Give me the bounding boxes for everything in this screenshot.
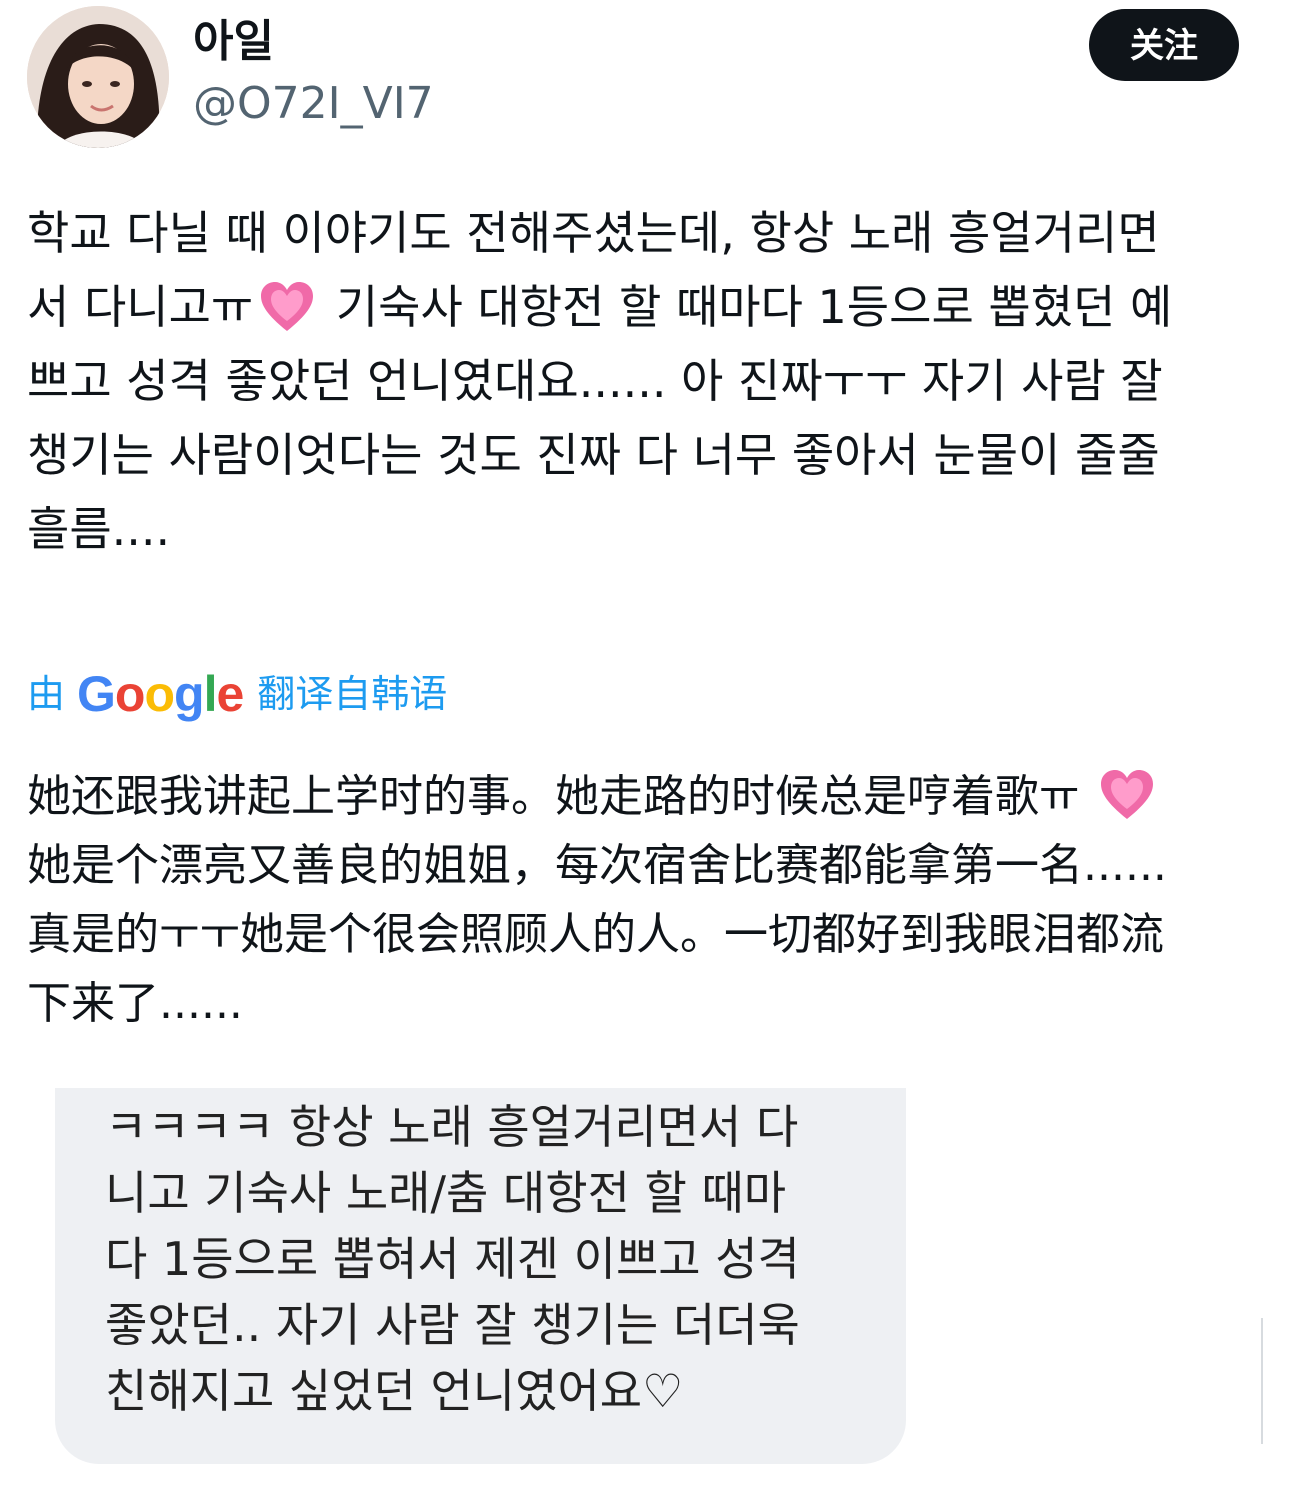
tweet-line-text: 서 다니고ㅠ	[27, 280, 254, 334]
tweet-line: 쁘고 성격 좋았던 언니였대요...... 아 진짜ㅜㅜ 자기 사람 잘	[27, 354, 1163, 408]
tweet-media-image[interactable]: ㅋㅋㅋㅋ 항상 노래 흥얼거리면서 다 니고 기숙사 노래/춤 대항전 할 때마…	[55, 1088, 906, 1464]
translation-prefix: 由	[27, 672, 66, 716]
screenshot-line: 좋았던.. 자기 사람 잘 챙기는 더더욱	[105, 1298, 800, 1352]
translated-by-google-link[interactable]: 由 Google 翻译自韩语	[27, 664, 447, 724]
screenshot-line: 다 1등으로 뽑혀서 제겐 이쁘고 성격	[105, 1232, 800, 1286]
avatar[interactable]	[27, 6, 169, 148]
translation-suffix: 翻译自韩语	[257, 672, 448, 716]
tweet-line: 흘름....	[27, 502, 171, 556]
translated-line: 下来了......	[27, 978, 243, 1029]
author-handle[interactable]: @O72I_VI7	[193, 76, 434, 132]
tweet-line: 서 다니고ㅠ 기숙사 대항전 할 때마다 1등으로 뽑혔던 예	[27, 270, 1262, 344]
google-logo: Google	[77, 666, 244, 722]
screenshot-text: ㅋㅋㅋㅋ 항상 노래 흥얼거리면서 다 니고 기숙사 노래/춤 대항전 할 때마…	[105, 1094, 800, 1424]
translated-line: 她还跟我讲起上学时的事。她走路的时候总是哼着歌ㅠ	[27, 762, 1262, 831]
tweet-line: 챙기는 사람이엇다는 것도 진짜 다 너무 좋아서 눈물이 줄줄	[27, 428, 1160, 482]
scrollbar[interactable]	[1261, 1318, 1263, 1444]
tweet-original-text: 학교 다닐 때 이야기도 전해주셨는데, 항상 노래 흥얼거리면 서 다니고ㅠ …	[27, 196, 1262, 566]
screenshot-line: 니고 기숙사 노래/춤 대항전 할 때마	[105, 1166, 787, 1220]
growing-heart-icon	[1101, 770, 1154, 819]
tweet-line: 학교 다닐 때 이야기도 전해주셨는데, 항상 노래 흥얼거리면	[27, 206, 1160, 260]
avatar-photo	[27, 6, 169, 148]
tweet-view: 아일 @O72I_VI7 关注 학교 다닐 때 이야기도 전해주셨는데, 항상 …	[0, 0, 1290, 1504]
tweet-translated-text: 她还跟我讲起上学时的事。她走路的时候总是哼着歌ㅠ 她是个漂亮又善良的姐姐，每次宿…	[27, 762, 1262, 1038]
translated-line-text: 她还跟我讲起上学时的事。她走路的时候总是哼着歌ㅠ	[27, 771, 1094, 822]
screenshot-line: ㅋㅋㅋㅋ 항상 노래 흥얼거리면서 다	[105, 1100, 799, 1154]
author-display-name[interactable]: 아일	[193, 14, 274, 70]
tweet-line-text: 기숙사 대항전 할 때마다 1등으로 뽑혔던 예	[321, 280, 1173, 334]
screenshot-line: 친해지고 싶었던 언니였어요♡	[105, 1364, 684, 1418]
follow-button[interactable]: 关注	[1089, 9, 1239, 81]
translated-line: 她是个漂亮又善良的姐姐，每次宿舍比赛都能拿第一名......	[27, 840, 1167, 891]
growing-heart-icon	[261, 281, 314, 331]
translated-line: 真是的ㅜㅜ她是个很会照顾人的人。一切都好到我眼泪都流	[27, 909, 1164, 960]
